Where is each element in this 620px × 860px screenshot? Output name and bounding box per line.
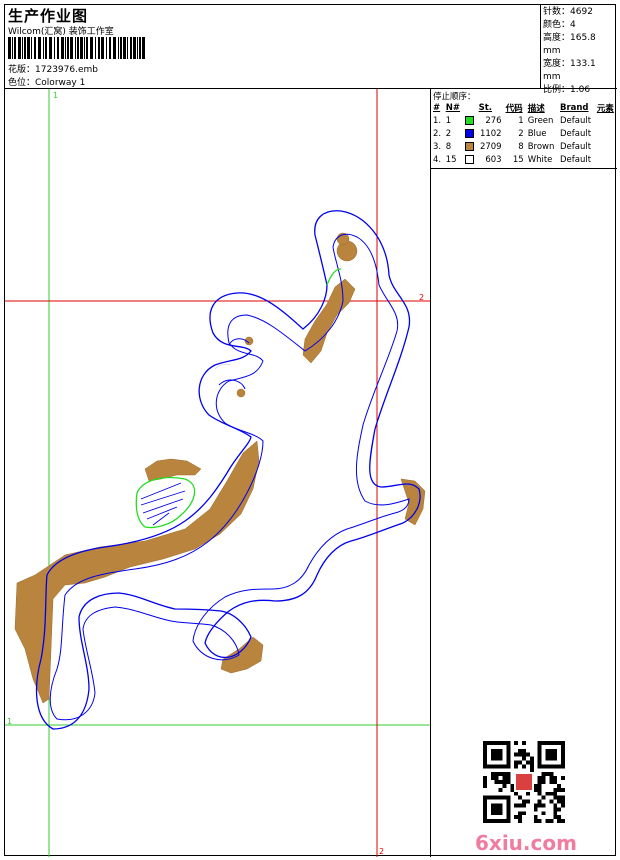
seal-stamp-icon bbox=[516, 774, 532, 790]
blue-satin-outline bbox=[35, 210, 421, 730]
colorway-value: Colorway 1 bbox=[35, 78, 86, 88]
stat-stitches: 针数：4692 bbox=[543, 7, 593, 17]
col-needle: N# bbox=[445, 102, 460, 113]
brown-fill-areas bbox=[14, 232, 426, 704]
stats-panel: 针数：4692 颜色：4 高度：165.8 mm 宽度：133.1 mm 比例：… bbox=[541, 5, 617, 95]
row-swatch bbox=[463, 127, 477, 140]
table-header-row: # N# St. 代码 描述 Brand 元素 bbox=[431, 101, 617, 114]
marker-h1: 1 bbox=[7, 717, 13, 726]
design-canvas: 1 1 2 2 bbox=[5, 89, 431, 857]
row-brand: Default bbox=[559, 141, 592, 152]
row-stitches: 276 bbox=[485, 115, 502, 126]
table-row: 3. 8 2709 8 Brown Default bbox=[431, 140, 617, 153]
col-code: 代码 bbox=[505, 103, 523, 114]
design-label: 花版： bbox=[8, 65, 36, 75]
col-index: # bbox=[433, 102, 441, 113]
stat-height: 高度：165.8 mm bbox=[543, 33, 596, 56]
embroidery-design bbox=[5, 89, 430, 857]
stat-colors: 颜色：4 bbox=[543, 20, 576, 30]
row-element bbox=[595, 153, 617, 166]
row-stitches: 1102 bbox=[479, 128, 502, 139]
row-element bbox=[595, 140, 617, 153]
row-index: 2. bbox=[433, 128, 442, 139]
row-swatch bbox=[463, 153, 477, 166]
colorway-label: 色位： bbox=[8, 78, 36, 88]
col-brand: Brand bbox=[559, 102, 589, 113]
marker-v2: 2 bbox=[379, 847, 385, 856]
row-needle: 15 bbox=[445, 154, 457, 165]
row-brand: Default bbox=[559, 115, 592, 126]
row-needle: 8 bbox=[445, 141, 452, 152]
row-desc: Brown bbox=[527, 141, 555, 152]
row-element bbox=[595, 114, 617, 127]
color-swatch bbox=[464, 128, 474, 138]
row-index: 4. bbox=[433, 154, 442, 165]
white-outline bbox=[214, 363, 232, 370]
row-code: 15 bbox=[512, 154, 524, 165]
marker-v1: 1 bbox=[53, 91, 59, 100]
blue-fan-stitches bbox=[140, 482, 186, 526]
col-swatch bbox=[463, 101, 477, 114]
row-index: 3. bbox=[433, 141, 442, 152]
design-filename: 1723976.emb bbox=[35, 65, 98, 75]
company-name: Wilcom(汇窝) 装饰工作室 bbox=[8, 27, 114, 37]
row-code: 8 bbox=[518, 141, 524, 152]
row-brand: Default bbox=[559, 154, 592, 165]
row-needle: 2 bbox=[445, 128, 452, 139]
barcode-image bbox=[8, 37, 145, 59]
stop-sequence-table: # N# St. 代码 描述 Brand 元素 1. 1 276 1 Green Defa… bbox=[431, 101, 617, 166]
color-swatch bbox=[464, 141, 474, 151]
table-row: 1. 1 276 1 Green Default bbox=[431, 114, 617, 127]
row-swatch bbox=[463, 140, 477, 153]
row-desc: White bbox=[527, 154, 553, 165]
qr-code-image bbox=[483, 741, 565, 823]
row-brand: Default bbox=[559, 128, 592, 139]
worksheet-page: 生产作业图 Wilcom(汇窝) 装饰工作室 花版：1723976.emb 色位… bbox=[4, 4, 617, 857]
color-swatch bbox=[464, 115, 474, 125]
color-swatch bbox=[464, 154, 474, 164]
colorway-line: 色位：Colorway 1 bbox=[8, 75, 85, 88]
row-index: 1. bbox=[433, 115, 442, 126]
row-stitches: 2709 bbox=[479, 141, 502, 152]
row-needle: 1 bbox=[445, 115, 452, 126]
row-stitches: 603 bbox=[485, 154, 502, 165]
row-desc: Green bbox=[527, 115, 554, 126]
row-code: 1 bbox=[518, 115, 524, 126]
col-element: 元素 bbox=[596, 103, 614, 114]
row-desc: Blue bbox=[527, 128, 547, 139]
col-desc: 描述 bbox=[527, 103, 545, 114]
col-stitches: St. bbox=[478, 102, 493, 113]
table-row: 2. 2 1102 2 Blue Default bbox=[431, 127, 617, 140]
marker-h2: 2 bbox=[419, 293, 425, 302]
table-row: 4. 15 603 15 White Default bbox=[431, 153, 617, 166]
page-title: 生产作业图 bbox=[8, 7, 89, 25]
stop-sequence-panel: 停止顺序： # N# St. 代码 描述 Brand 元素 1. 1 276 1 Gre… bbox=[431, 89, 617, 169]
header-panel: 生产作业图 Wilcom(汇窝) 装饰工作室 花版：1723976.emb 色位… bbox=[5, 5, 541, 89]
stat-width: 宽度：133.1 mm bbox=[543, 59, 596, 82]
row-code: 2 bbox=[518, 128, 524, 139]
row-element bbox=[595, 127, 617, 140]
row-swatch bbox=[463, 114, 477, 127]
design-file-line: 花版：1723976.emb bbox=[8, 62, 98, 75]
watermark-text: 6xiu.com bbox=[475, 831, 577, 855]
